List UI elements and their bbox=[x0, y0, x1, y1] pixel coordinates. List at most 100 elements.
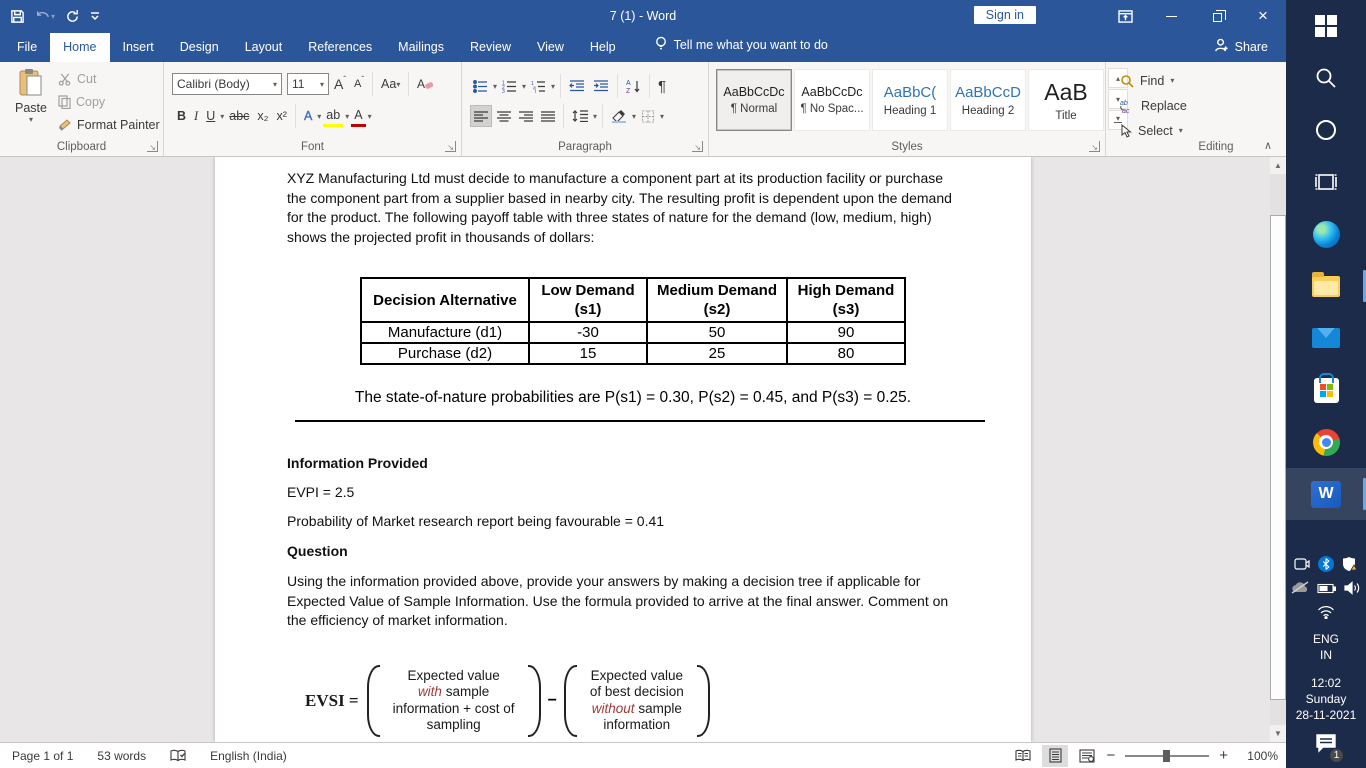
store-button[interactable] bbox=[1286, 364, 1366, 416]
numbering-caret-icon[interactable]: ▾ bbox=[522, 82, 526, 91]
print-layout-button[interactable] bbox=[1042, 744, 1069, 767]
sort-button[interactable]: AZ bbox=[623, 75, 644, 97]
onedrive-offline-icon[interactable] bbox=[1291, 581, 1309, 599]
line-spacing-button[interactable] bbox=[569, 105, 591, 127]
change-case-button[interactable]: Aa ▾ bbox=[378, 73, 403, 95]
minimize-button[interactable] bbox=[1148, 0, 1194, 32]
sign-in-button[interactable]: Sign in bbox=[973, 6, 1036, 24]
mail-button[interactable] bbox=[1286, 312, 1366, 364]
superscript-button[interactable]: x² bbox=[274, 105, 290, 127]
scrollbar-thumb[interactable] bbox=[1270, 215, 1286, 700]
copy-button[interactable]: Copy bbox=[58, 95, 105, 109]
multilevel-caret-icon[interactable]: ▾ bbox=[551, 82, 555, 91]
borders-caret-icon[interactable]: ▾ bbox=[660, 112, 664, 121]
style-normal[interactable]: AaBbCcDc ¶ Normal bbox=[716, 69, 792, 131]
action-center-button[interactable]: 1 bbox=[1315, 733, 1344, 763]
text-effects-caret-icon[interactable]: ▾ bbox=[317, 112, 321, 121]
tab-insert[interactable]: Insert bbox=[110, 33, 167, 62]
word-taskbar-button[interactable]: W bbox=[1286, 468, 1366, 520]
font-dialog-launcher-icon[interactable] bbox=[445, 141, 456, 152]
tab-review[interactable]: Review bbox=[457, 33, 524, 62]
grow-font-button[interactable]: Aˆ bbox=[331, 73, 349, 95]
italic-button[interactable]: I bbox=[191, 105, 201, 127]
language-indicator[interactable]: English (India) bbox=[198, 749, 299, 763]
tab-view[interactable]: View bbox=[524, 33, 577, 62]
underline-button[interactable]: U bbox=[203, 105, 218, 127]
zoom-level[interactable]: 100% bbox=[1234, 749, 1278, 763]
start-button[interactable] bbox=[1286, 0, 1366, 52]
select-button[interactable]: Select ▾ bbox=[1120, 120, 1187, 141]
tab-design[interactable]: Design bbox=[167, 33, 232, 62]
word-count[interactable]: 53 words bbox=[85, 749, 158, 763]
shrink-font-button[interactable]: Aˇ bbox=[351, 73, 367, 95]
scroll-up-icon[interactable]: ▲ bbox=[1270, 157, 1286, 174]
format-painter-button[interactable]: Format Painter bbox=[58, 118, 160, 132]
clear-formatting-button[interactable]: A bbox=[414, 73, 436, 95]
find-button[interactable]: Find ▾ bbox=[1120, 70, 1187, 91]
bluetooth-icon[interactable] bbox=[1317, 555, 1334, 577]
justify-button[interactable] bbox=[538, 105, 558, 127]
scroll-down-icon[interactable]: ▼ bbox=[1270, 725, 1286, 742]
style-no-spacing[interactable]: AaBbCcDc ¶ No Spac... bbox=[794, 69, 870, 131]
tell-me-box[interactable]: Tell me what you want to do bbox=[655, 36, 828, 62]
web-layout-button[interactable] bbox=[1074, 745, 1100, 767]
language-tray[interactable]: ENG IN bbox=[1313, 631, 1339, 663]
meet-now-icon[interactable] bbox=[1293, 557, 1310, 576]
decrease-indent-button[interactable] bbox=[566, 75, 588, 97]
defender-icon[interactable]: ! bbox=[1342, 556, 1359, 577]
document-page[interactable]: XYZ Manufacturing Ltd must decide to man… bbox=[215, 157, 1031, 742]
font-color-button[interactable]: A bbox=[351, 105, 366, 127]
zoom-slider[interactable] bbox=[1125, 749, 1210, 762]
styles-dialog-launcher-icon[interactable] bbox=[1089, 141, 1100, 152]
close-button[interactable]: × bbox=[1240, 0, 1286, 32]
replace-button[interactable]: ab ac Replace bbox=[1120, 95, 1187, 116]
tab-layout[interactable]: Layout bbox=[232, 33, 296, 62]
edge-button[interactable] bbox=[1286, 208, 1366, 260]
tab-file[interactable]: File bbox=[4, 33, 50, 62]
increase-indent-button[interactable] bbox=[590, 75, 612, 97]
font-color-caret-icon[interactable]: ▾ bbox=[368, 112, 372, 121]
borders-button[interactable] bbox=[638, 105, 658, 127]
clipboard-dialog-launcher-icon[interactable] bbox=[147, 141, 158, 152]
shading-caret-icon[interactable]: ▾ bbox=[632, 112, 636, 121]
zoom-out-button[interactable]: − bbox=[1106, 747, 1115, 764]
font-size-select[interactable]: 11 ▾ bbox=[287, 73, 329, 95]
font-family-select[interactable]: Calibri (Body) ▾ bbox=[172, 73, 282, 95]
taskbar-search-button[interactable] bbox=[1286, 52, 1366, 104]
numbering-button[interactable]: 123 bbox=[499, 75, 520, 97]
align-center-button[interactable] bbox=[494, 105, 514, 127]
align-left-button[interactable] bbox=[470, 105, 492, 127]
task-view-button[interactable] bbox=[1286, 156, 1366, 208]
underline-caret-icon[interactable]: ▾ bbox=[220, 112, 224, 121]
file-explorer-button[interactable] bbox=[1286, 260, 1366, 312]
vertical-scrollbar[interactable]: ▲ ▼ bbox=[1270, 157, 1286, 742]
battery-icon[interactable] bbox=[1317, 581, 1337, 599]
highlight-color-button[interactable]: ab bbox=[323, 105, 344, 127]
cut-button[interactable]: Cut bbox=[58, 72, 96, 86]
tab-mailings[interactable]: Mailings bbox=[385, 33, 457, 62]
strikethrough-button[interactable]: abc bbox=[226, 105, 252, 127]
shading-button[interactable] bbox=[608, 105, 630, 127]
wifi-icon[interactable] bbox=[1317, 605, 1335, 624]
tab-references[interactable]: References bbox=[295, 33, 385, 62]
style-heading1[interactable]: AaBbC( Heading 1 bbox=[872, 69, 948, 131]
style-heading2[interactable]: AaBbCcD Heading 2 bbox=[950, 69, 1026, 131]
paste-button[interactable]: Paste ▾ bbox=[8, 68, 54, 140]
ribbon-display-options-button[interactable] bbox=[1102, 0, 1148, 32]
zoom-slider-thumb[interactable] bbox=[1163, 749, 1171, 762]
highlight-caret-icon[interactable]: ▾ bbox=[345, 112, 349, 121]
read-mode-button[interactable] bbox=[1010, 745, 1036, 767]
style-title[interactable]: AaB Title bbox=[1028, 69, 1104, 131]
line-spacing-caret-icon[interactable]: ▾ bbox=[593, 112, 597, 121]
tab-help[interactable]: Help bbox=[577, 33, 629, 62]
subscript-button[interactable]: x₂ bbox=[254, 105, 271, 127]
page-indicator[interactable]: Page 1 of 1 bbox=[0, 749, 85, 763]
cortana-button[interactable] bbox=[1286, 104, 1366, 156]
restore-button[interactable] bbox=[1194, 0, 1240, 32]
multilevel-list-button[interactable]: 1ai bbox=[528, 75, 549, 97]
bold-button[interactable]: B bbox=[174, 105, 189, 127]
paragraph-dialog-launcher-icon[interactable] bbox=[692, 141, 703, 152]
taskbar-clock[interactable]: 12:02 Sunday 28-11-2021 bbox=[1296, 675, 1357, 723]
collapse-ribbon-icon[interactable]: ∧ bbox=[1264, 139, 1272, 152]
align-right-button[interactable] bbox=[516, 105, 536, 127]
